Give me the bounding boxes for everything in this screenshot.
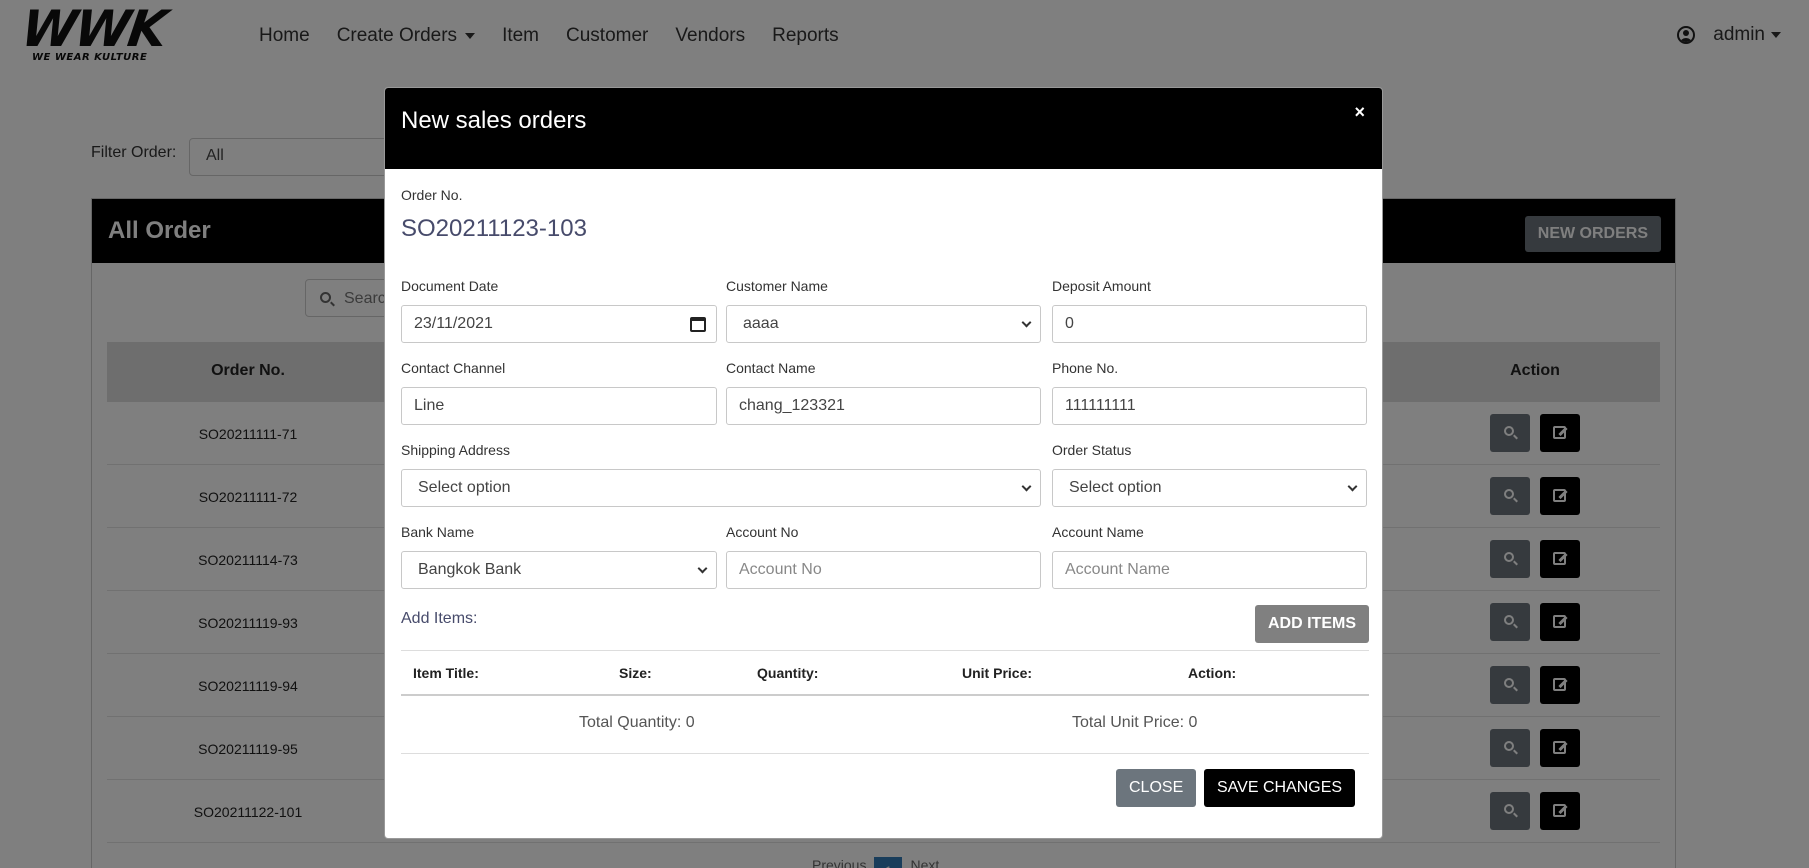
chevron-down-icon [1347, 481, 1358, 492]
contact-name-input[interactable]: chang_123321 [726, 387, 1041, 425]
column-item-title: Item Title: [413, 665, 479, 681]
add-items-button[interactable]: ADD ITEMS [1255, 605, 1369, 643]
document-date-input[interactable]: 23/11/2021 [401, 305, 717, 343]
column-unit-price: Unit Price: [962, 665, 1033, 681]
contact-channel-input[interactable]: Line [401, 387, 717, 425]
account-name-input[interactable]: Account Name [1052, 551, 1367, 589]
column-quantity: Quantity: [757, 665, 819, 681]
document-date-value: 23/11/2021 [414, 315, 493, 332]
chevron-down-icon [1021, 317, 1032, 328]
customer-name-value: aaaa [743, 315, 779, 332]
account-no-label: Account No [726, 524, 799, 540]
total-quantity: Total Quantity: 0 [579, 714, 695, 731]
document-date-label: Document Date [401, 278, 499, 294]
order-no-value: SO20211123-103 [401, 215, 587, 242]
items-table-header: Item Title: Size: Quantity: Unit Price: … [401, 650, 1369, 696]
column-action: Action: [1188, 665, 1237, 681]
chevron-down-icon [697, 563, 708, 574]
order-status-select[interactable]: Select option [1052, 469, 1367, 507]
order-no-label: Order No. [401, 187, 463, 203]
modal-title: New sales orders [401, 107, 587, 134]
close-icon[interactable]: × [1354, 102, 1365, 123]
shipping-address-select[interactable]: Select option [401, 469, 1041, 507]
items-totals: Total Quantity: 0 Total Unit Price: 0 [401, 696, 1369, 754]
total-unit-price: Total Unit Price: 0 [1072, 714, 1198, 731]
deposit-amount-input[interactable]: 0 [1052, 305, 1367, 343]
account-name-label: Account Name [1052, 524, 1144, 540]
calendar-icon[interactable] [690, 317, 706, 332]
shipping-address-value: Select option [418, 479, 511, 496]
phone-input[interactable]: 111111111 [1052, 387, 1367, 425]
bank-name-label: Bank Name [401, 524, 475, 540]
order-status-label: Order Status [1052, 442, 1132, 458]
contact-name-label: Contact Name [726, 360, 816, 376]
column-size: Size: [619, 665, 652, 681]
bank-name-select[interactable]: Bangkok Bank [401, 551, 717, 589]
bank-name-value: Bangkok Bank [418, 561, 522, 578]
account-no-input[interactable]: Account No [726, 551, 1041, 589]
customer-name-select[interactable]: aaaa [726, 305, 1041, 343]
save-changes-button[interactable]: SAVE CHANGES [1204, 769, 1356, 807]
chevron-down-icon [1021, 481, 1032, 492]
deposit-amount-label: Deposit Amount [1052, 278, 1151, 294]
customer-name-label: Customer Name [726, 278, 828, 294]
new-sales-order-modal: New sales orders × Order No. SO20211123-… [384, 87, 1383, 839]
contact-channel-label: Contact Channel [401, 360, 506, 376]
modal-header: New sales orders × [385, 88, 1382, 169]
phone-label: Phone No. [1052, 360, 1119, 376]
order-status-value: Select option [1069, 479, 1162, 496]
close-button[interactable]: CLOSE [1116, 769, 1197, 807]
shipping-address-label: Shipping Address [401, 442, 510, 458]
add-items-label: Add Items: [401, 610, 478, 627]
